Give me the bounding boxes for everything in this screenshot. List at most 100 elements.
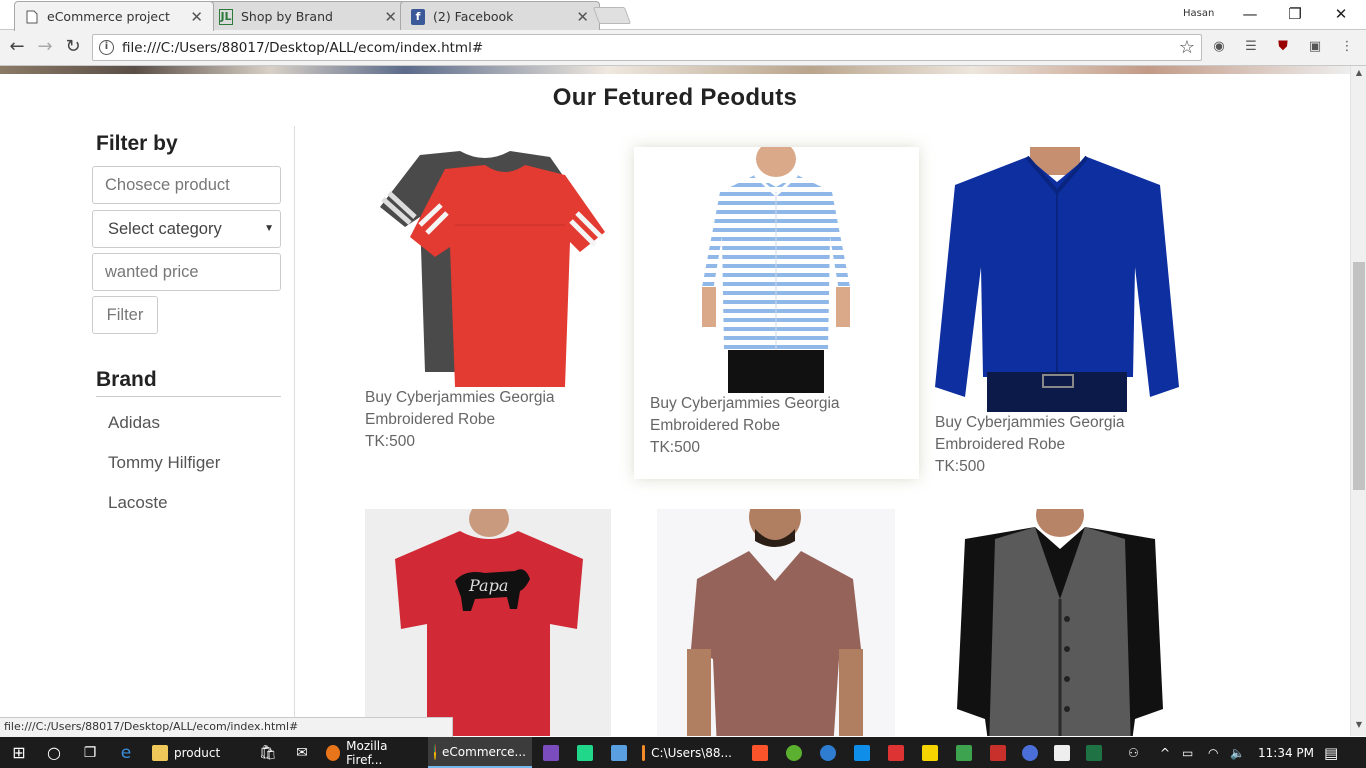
product-card[interactable] (657, 509, 895, 736)
close-window-icon[interactable]: ✕ (1326, 3, 1356, 25)
taskbar-clock[interactable]: 11:34 PM (1258, 737, 1314, 768)
tab-strip: eCommerce project ✕ JL Shop by Brand ✕ f… (0, 0, 1366, 31)
browser-toolbar: ← → ↻ i file:///C:/Users/88017/Desktop/A… (0, 30, 1366, 66)
extension-list-icon[interactable]: ☰ (1242, 38, 1260, 56)
brand-item-tommy-hilfiger[interactable]: Tommy Hilfiger (108, 453, 294, 493)
task-view-icon[interactable]: ❐ (74, 737, 106, 768)
tab-shop-by-brand[interactable]: JL Shop by Brand ✕ (208, 1, 408, 31)
tab-title: Shop by Brand (241, 9, 333, 24)
filter-button[interactable]: Filter (92, 296, 158, 334)
page-viewport: Our Fetured Peoduts Filter by Chosece pr… (0, 66, 1350, 736)
info-icon[interactable]: i (99, 40, 114, 55)
category-select-value: Select category (108, 220, 222, 238)
product-image-papa-bear-tshirt[interactable]: Papa (365, 509, 611, 736)
minimize-icon[interactable]: — (1235, 3, 1265, 25)
app-icon[interactable] (882, 737, 910, 768)
product-card[interactable]: Buy Cyberjammies Georgia Embroidered Rob… (935, 147, 1180, 478)
cast-icon[interactable]: ▣ (1306, 38, 1324, 56)
taskbar-app-chrome[interactable]: eCommerce... (428, 737, 532, 768)
product-card[interactable]: Buy Cyberjammies Georgia Embroidered Rob… (365, 147, 610, 453)
utorrent-icon[interactable] (780, 737, 808, 768)
new-tab-button[interactable] (592, 7, 632, 24)
wifi-icon[interactable]: ◠ (1208, 737, 1218, 768)
back-icon[interactable]: ← (5, 35, 29, 59)
volume-icon[interactable]: 🔈 (1230, 737, 1245, 768)
filter-title: Filter by (96, 132, 178, 155)
edge-icon[interactable]: e (110, 737, 142, 768)
teamviewer-icon[interactable] (848, 737, 876, 768)
page-icon (25, 9, 39, 25)
product-image-red-tshirt[interactable] (365, 147, 610, 387)
facebook-icon: f (411, 8, 425, 25)
vpn-icon[interactable] (1016, 737, 1044, 768)
snipping-icon[interactable] (1048, 737, 1076, 768)
download-icon[interactable] (814, 737, 842, 768)
product-card[interactable]: Papa (365, 509, 611, 736)
forward-icon[interactable]: → (33, 35, 57, 59)
battery-icon[interactable]: ▭ (1182, 737, 1193, 768)
brand-title: Brand (96, 368, 281, 397)
notifications-icon[interactable]: ▤ (1324, 737, 1338, 768)
taskbar-app-sublime[interactable]: C:\Users\88... (636, 737, 738, 768)
phpstorm-icon[interactable] (536, 737, 566, 768)
store-icon[interactable]: 🛍 (252, 737, 284, 768)
folder-icon (152, 744, 168, 761)
restore-icon[interactable]: ❐ (1280, 3, 1310, 25)
url-text: file:///C:/Users/88017/Desktop/ALL/ecom/… (122, 39, 484, 56)
category-select[interactable]: Select category ▼ (92, 210, 281, 248)
close-icon[interactable]: ✕ (576, 8, 589, 26)
product-input[interactable]: Chosece product (92, 166, 281, 204)
taskbar-app-explorer[interactable]: product (146, 737, 246, 768)
product-card[interactable] (935, 509, 1180, 736)
profile-name[interactable]: Hasan (1183, 8, 1214, 19)
close-icon[interactable]: ✕ (190, 8, 203, 26)
excel-icon[interactable] (1080, 737, 1108, 768)
taskbar-app-label: product (174, 745, 221, 760)
windows-start-icon[interactable]: ⊞ (0, 737, 38, 768)
product-name[interactable]: Buy Cyberjammies Georgia Embroidered Rob… (365, 387, 610, 431)
brand-item-lacoste[interactable]: Lacoste (108, 493, 294, 533)
tab-ecommerce[interactable]: eCommerce project ✕ (14, 1, 214, 31)
shirt-print-text: Papa (468, 576, 508, 595)
product-image-striped-shirt[interactable] (650, 147, 903, 393)
product-price: TK:500 (650, 439, 700, 456)
scroll-up-icon[interactable]: ▲ (1351, 68, 1366, 82)
image-viewer-icon[interactable] (604, 737, 634, 768)
product-image-brown-tshirt[interactable] (657, 509, 895, 736)
people-icon[interactable]: ⚇ (1128, 737, 1139, 768)
pycharm-icon[interactable] (570, 737, 600, 768)
cortana-icon[interactable]: ○ (38, 737, 70, 768)
scroll-down-icon[interactable]: ▼ (1351, 720, 1366, 734)
filezilla-icon[interactable] (984, 737, 1012, 768)
tab-facebook[interactable]: f (2) Facebook ✕ (400, 1, 600, 31)
product-name[interactable]: Buy Cyberjammies Georgia Embroidered Rob… (935, 412, 1180, 456)
jl-icon: JL (219, 8, 233, 25)
product-image-grey-waistcoat[interactable] (935, 509, 1180, 736)
chrome-icon (434, 743, 437, 760)
brave-icon[interactable] (746, 737, 774, 768)
brand-list: Adidas Tommy Hilfiger Lacoste (92, 413, 294, 533)
address-bar[interactable]: i file:///C:/Users/88017/Desktop/ALL/eco… (92, 34, 1202, 61)
product-image-blue-shirt[interactable] (935, 147, 1180, 412)
price-input[interactable]: wanted price (92, 253, 281, 291)
menu-icon[interactable]: ⋮ (1338, 38, 1356, 56)
link-status-bubble: file:///C:/Users/88017/Desktop/ALL/ecom/… (0, 717, 453, 737)
scroll-thumb[interactable] (1353, 262, 1365, 490)
network-app-icon[interactable] (950, 737, 978, 768)
product-price: TK:500 (935, 458, 985, 475)
notes-icon[interactable] (916, 737, 944, 768)
tray-chevron-icon[interactable]: ^ (1160, 737, 1170, 768)
mail-icon[interactable]: ✉ (288, 737, 316, 768)
windows-taskbar: ⊞ ○ ❐ e product 🛍 ✉ Mozilla Firef... eCo… (0, 737, 1366, 768)
reload-icon[interactable]: ↻ (61, 35, 85, 59)
ublock-icon[interactable]: ⛊ (1274, 38, 1292, 56)
extension-icon[interactable]: ◉ (1210, 38, 1228, 56)
taskbar-app-firefox[interactable]: Mozilla Firef... (320, 737, 424, 768)
brand-item-adidas[interactable]: Adidas (108, 413, 294, 453)
page-scrollbar[interactable]: ▲ ▼ (1350, 66, 1366, 736)
bookmark-star-icon[interactable]: ☆ (1179, 37, 1195, 58)
page-title: Our Fetured Peoduts (552, 84, 798, 111)
product-card[interactable]: Buy Cyberjammies Georgia Embroidered Rob… (634, 147, 919, 479)
close-icon[interactable]: ✕ (384, 8, 397, 26)
product-name[interactable]: Buy Cyberjammies Georgia Embroidered Rob… (650, 393, 903, 437)
